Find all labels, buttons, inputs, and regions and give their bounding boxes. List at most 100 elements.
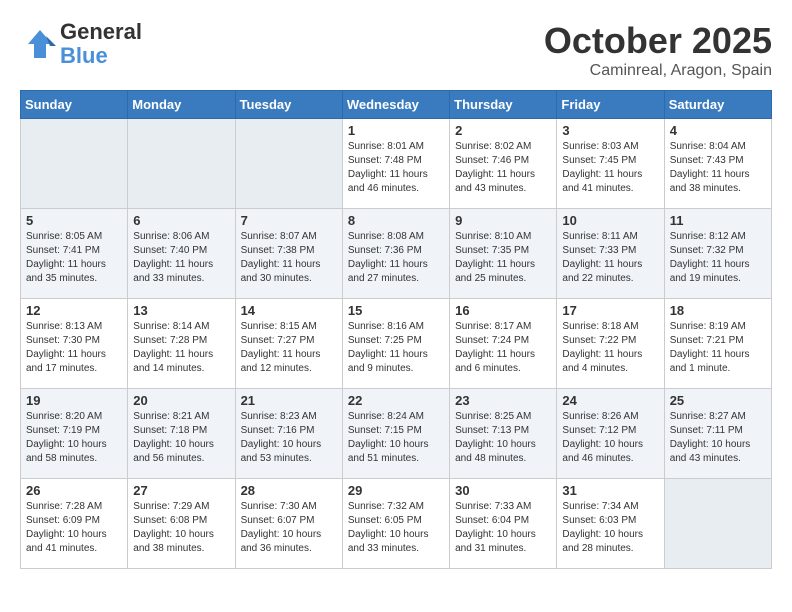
logo: GeneralBlue bbox=[20, 20, 142, 68]
calendar-cell: 28 Sunrise: 7:30 AM Sunset: 6:07 PM Dayl… bbox=[235, 479, 342, 569]
day-number: 31 bbox=[562, 483, 658, 498]
sunrise-text: Sunrise: 8:01 AM bbox=[348, 141, 424, 152]
day-number: 30 bbox=[455, 483, 551, 498]
col-tuesday: Tuesday bbox=[235, 91, 342, 119]
cell-info: Sunrise: 8:07 AM Sunset: 7:38 PM Dayligh… bbox=[241, 230, 337, 286]
day-number: 16 bbox=[455, 303, 551, 318]
location: Caminreal, Aragon, Spain bbox=[544, 62, 772, 80]
sunset-text: Sunset: 7:40 PM bbox=[133, 245, 207, 256]
sunrise-text: Sunrise: 8:05 AM bbox=[26, 231, 102, 242]
calendar-cell: 7 Sunrise: 8:07 AM Sunset: 7:38 PM Dayli… bbox=[235, 209, 342, 299]
sunset-text: Sunset: 7:13 PM bbox=[455, 425, 529, 436]
sunrise-text: Sunrise: 7:34 AM bbox=[562, 501, 638, 512]
col-wednesday: Wednesday bbox=[342, 91, 449, 119]
sunrise-text: Sunrise: 8:24 AM bbox=[348, 411, 424, 422]
sunrise-text: Sunrise: 7:29 AM bbox=[133, 501, 209, 512]
daylight-text: Daylight: 11 hours and 12 minutes. bbox=[241, 349, 321, 374]
day-number: 15 bbox=[348, 303, 444, 318]
day-number: 18 bbox=[670, 303, 766, 318]
calendar-cell bbox=[664, 479, 771, 569]
sunset-text: Sunset: 7:22 PM bbox=[562, 335, 636, 346]
daylight-text: Daylight: 10 hours and 41 minutes. bbox=[26, 529, 107, 554]
sunrise-text: Sunrise: 8:10 AM bbox=[455, 231, 531, 242]
sunrise-text: Sunrise: 7:33 AM bbox=[455, 501, 531, 512]
sunrise-text: Sunrise: 8:07 AM bbox=[241, 231, 317, 242]
cell-info: Sunrise: 7:34 AM Sunset: 6:03 PM Dayligh… bbox=[562, 500, 658, 556]
day-number: 22 bbox=[348, 393, 444, 408]
daylight-text: Daylight: 10 hours and 36 minutes. bbox=[241, 529, 322, 554]
calendar-cell: 17 Sunrise: 8:18 AM Sunset: 7:22 PM Dayl… bbox=[557, 299, 664, 389]
calendar-cell: 12 Sunrise: 8:13 AM Sunset: 7:30 PM Dayl… bbox=[21, 299, 128, 389]
day-number: 7 bbox=[241, 213, 337, 228]
calendar-cell: 21 Sunrise: 8:23 AM Sunset: 7:16 PM Dayl… bbox=[235, 389, 342, 479]
day-number: 11 bbox=[670, 213, 766, 228]
sunrise-text: Sunrise: 8:15 AM bbox=[241, 321, 317, 332]
col-monday: Monday bbox=[128, 91, 235, 119]
daylight-text: Daylight: 11 hours and 14 minutes. bbox=[133, 349, 213, 374]
cell-info: Sunrise: 8:15 AM Sunset: 7:27 PM Dayligh… bbox=[241, 320, 337, 376]
calendar-week-row: 12 Sunrise: 8:13 AM Sunset: 7:30 PM Dayl… bbox=[21, 299, 772, 389]
day-number: 10 bbox=[562, 213, 658, 228]
sunrise-text: Sunrise: 7:28 AM bbox=[26, 501, 102, 512]
daylight-text: Daylight: 11 hours and 35 minutes. bbox=[26, 259, 106, 284]
day-number: 20 bbox=[133, 393, 229, 408]
sunrise-text: Sunrise: 8:02 AM bbox=[455, 141, 531, 152]
day-number: 28 bbox=[241, 483, 337, 498]
sunrise-text: Sunrise: 8:12 AM bbox=[670, 231, 746, 242]
sunrise-text: Sunrise: 8:13 AM bbox=[26, 321, 102, 332]
calendar-cell: 3 Sunrise: 8:03 AM Sunset: 7:45 PM Dayli… bbox=[557, 119, 664, 209]
calendar-cell: 4 Sunrise: 8:04 AM Sunset: 7:43 PM Dayli… bbox=[664, 119, 771, 209]
sunrise-text: Sunrise: 8:25 AM bbox=[455, 411, 531, 422]
sunset-text: Sunset: 7:35 PM bbox=[455, 245, 529, 256]
cell-info: Sunrise: 8:08 AM Sunset: 7:36 PM Dayligh… bbox=[348, 230, 444, 286]
day-number: 26 bbox=[26, 483, 122, 498]
day-number: 2 bbox=[455, 123, 551, 138]
daylight-text: Daylight: 11 hours and 6 minutes. bbox=[455, 349, 535, 374]
day-number: 3 bbox=[562, 123, 658, 138]
sunset-text: Sunset: 7:36 PM bbox=[348, 245, 422, 256]
sunset-text: Sunset: 7:48 PM bbox=[348, 155, 422, 166]
day-number: 6 bbox=[133, 213, 229, 228]
col-friday: Friday bbox=[557, 91, 664, 119]
calendar-cell: 24 Sunrise: 8:26 AM Sunset: 7:12 PM Dayl… bbox=[557, 389, 664, 479]
calendar-body: 1 Sunrise: 8:01 AM Sunset: 7:48 PM Dayli… bbox=[21, 119, 772, 569]
col-thursday: Thursday bbox=[450, 91, 557, 119]
calendar-cell bbox=[128, 119, 235, 209]
sunrise-text: Sunrise: 7:32 AM bbox=[348, 501, 424, 512]
calendar-week-row: 26 Sunrise: 7:28 AM Sunset: 6:09 PM Dayl… bbox=[21, 479, 772, 569]
cell-info: Sunrise: 8:26 AM Sunset: 7:12 PM Dayligh… bbox=[562, 410, 658, 466]
sunset-text: Sunset: 7:30 PM bbox=[26, 335, 100, 346]
daylight-text: Daylight: 10 hours and 33 minutes. bbox=[348, 529, 429, 554]
daylight-text: Daylight: 11 hours and 30 minutes. bbox=[241, 259, 321, 284]
daylight-text: Daylight: 10 hours and 46 minutes. bbox=[562, 439, 643, 464]
sunrise-text: Sunrise: 8:27 AM bbox=[670, 411, 746, 422]
cell-info: Sunrise: 8:05 AM Sunset: 7:41 PM Dayligh… bbox=[26, 230, 122, 286]
cell-info: Sunrise: 8:10 AM Sunset: 7:35 PM Dayligh… bbox=[455, 230, 551, 286]
cell-info: Sunrise: 8:16 AM Sunset: 7:25 PM Dayligh… bbox=[348, 320, 444, 376]
cell-info: Sunrise: 8:13 AM Sunset: 7:30 PM Dayligh… bbox=[26, 320, 122, 376]
calendar-cell: 23 Sunrise: 8:25 AM Sunset: 7:13 PM Dayl… bbox=[450, 389, 557, 479]
sunrise-text: Sunrise: 8:20 AM bbox=[26, 411, 102, 422]
daylight-text: Daylight: 10 hours and 48 minutes. bbox=[455, 439, 536, 464]
daylight-text: Daylight: 10 hours and 43 minutes. bbox=[670, 439, 751, 464]
day-number: 21 bbox=[241, 393, 337, 408]
daylight-text: Daylight: 11 hours and 22 minutes. bbox=[562, 259, 642, 284]
calendar-cell bbox=[235, 119, 342, 209]
cell-info: Sunrise: 8:11 AM Sunset: 7:33 PM Dayligh… bbox=[562, 230, 658, 286]
cell-info: Sunrise: 8:27 AM Sunset: 7:11 PM Dayligh… bbox=[670, 410, 766, 466]
cell-info: Sunrise: 8:02 AM Sunset: 7:46 PM Dayligh… bbox=[455, 140, 551, 196]
sunset-text: Sunset: 7:19 PM bbox=[26, 425, 100, 436]
daylight-text: Daylight: 10 hours and 51 minutes. bbox=[348, 439, 429, 464]
sunset-text: Sunset: 7:27 PM bbox=[241, 335, 315, 346]
daylight-text: Daylight: 10 hours and 28 minutes. bbox=[562, 529, 643, 554]
daylight-text: Daylight: 11 hours and 1 minute. bbox=[670, 349, 750, 374]
calendar-cell bbox=[21, 119, 128, 209]
calendar-cell: 25 Sunrise: 8:27 AM Sunset: 7:11 PM Dayl… bbox=[664, 389, 771, 479]
calendar-cell: 11 Sunrise: 8:12 AM Sunset: 7:32 PM Dayl… bbox=[664, 209, 771, 299]
calendar-cell: 29 Sunrise: 7:32 AM Sunset: 6:05 PM Dayl… bbox=[342, 479, 449, 569]
day-number: 12 bbox=[26, 303, 122, 318]
cell-info: Sunrise: 8:17 AM Sunset: 7:24 PM Dayligh… bbox=[455, 320, 551, 376]
sunrise-text: Sunrise: 8:21 AM bbox=[133, 411, 209, 422]
cell-info: Sunrise: 7:32 AM Sunset: 6:05 PM Dayligh… bbox=[348, 500, 444, 556]
col-saturday: Saturday bbox=[664, 91, 771, 119]
